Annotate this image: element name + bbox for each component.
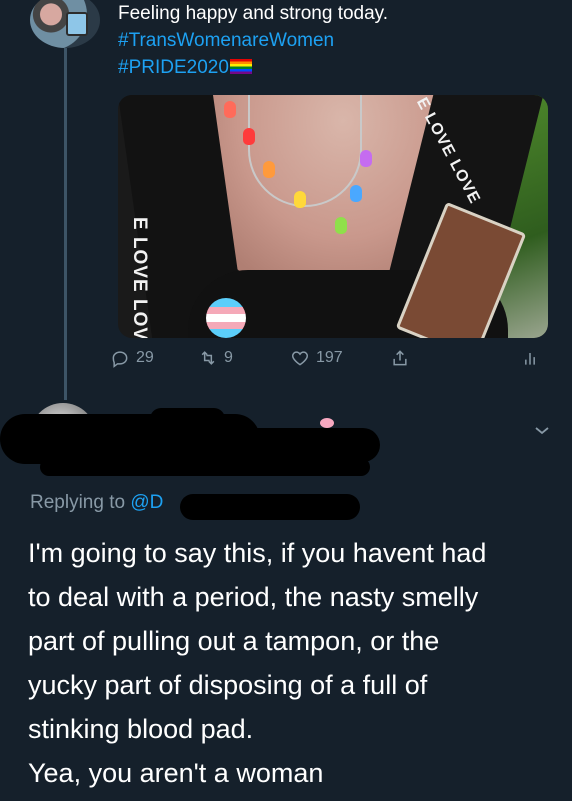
redaction-mark: [160, 428, 380, 462]
thread-connector-line: [64, 48, 67, 400]
reply-icon: [112, 351, 128, 368]
hashtag-link[interactable]: #TransWomenareWomen: [118, 27, 388, 54]
retweet-button[interactable]: 9: [198, 348, 233, 368]
heart-icon: [291, 351, 309, 366]
redaction-mark: [40, 458, 370, 476]
reply-count: 29: [136, 349, 154, 366]
tweet-photo[interactable]: E LOVE LOVE LOVE LO E LOVE LOVE: [118, 95, 548, 338]
like-button[interactable]: 197: [290, 348, 343, 368]
reply-text-line: stinking blood pad.: [28, 714, 254, 744]
retweet-icon: [201, 351, 215, 365]
retweet-count: 9: [224, 349, 233, 366]
reply-text-line: I'm going to say this, if you havent had: [28, 538, 487, 568]
redaction-mark: [180, 494, 360, 520]
rainbow-flag-icon: [229, 59, 252, 74]
emoji-fragment: [320, 418, 334, 428]
share-icon: [393, 350, 407, 366]
chevron-down-icon[interactable]: [530, 418, 554, 442]
hashtag-link[interactable]: #PRIDE2020: [118, 57, 229, 78]
analytics-button[interactable]: [520, 348, 540, 368]
shirt-strap-text: E LOVE LOVE LOVE LO: [129, 217, 150, 338]
twitter-thread-view: Feeling happy and strong today. #TransWo…: [0, 0, 572, 801]
replying-to-text: Replying to: [30, 492, 126, 513]
reply-text-line: part of pulling out a tampon, or the: [28, 626, 440, 656]
reply-tweet-text: I'm going to say this, if you havent had…: [28, 531, 563, 795]
share-button[interactable]: [390, 348, 410, 368]
redaction-mark: [150, 408, 225, 430]
replying-to-label: Replying to @D: [30, 492, 163, 514]
analytics-icon: [525, 353, 535, 365]
like-count: 197: [316, 349, 343, 366]
tweet-text: Feeling happy and strong today. #TransWo…: [118, 0, 388, 81]
reply-text-line: Yea, you aren't a woman: [28, 758, 324, 788]
tweet-action-bar: 29 9 197: [110, 348, 550, 374]
reply-button[interactable]: 29: [110, 348, 154, 368]
reply-text-line: yucky part of disposing of a full of: [28, 670, 428, 700]
replying-to-handle[interactable]: @D: [130, 492, 163, 513]
necklace-chain: [248, 95, 362, 207]
reply-text-line: to deal with a period, the nasty smelly: [28, 582, 479, 612]
trans-flag-pin: [206, 298, 246, 338]
avatar[interactable]: [30, 0, 100, 48]
tweet-text-line: Feeling happy and strong today.: [118, 3, 389, 24]
